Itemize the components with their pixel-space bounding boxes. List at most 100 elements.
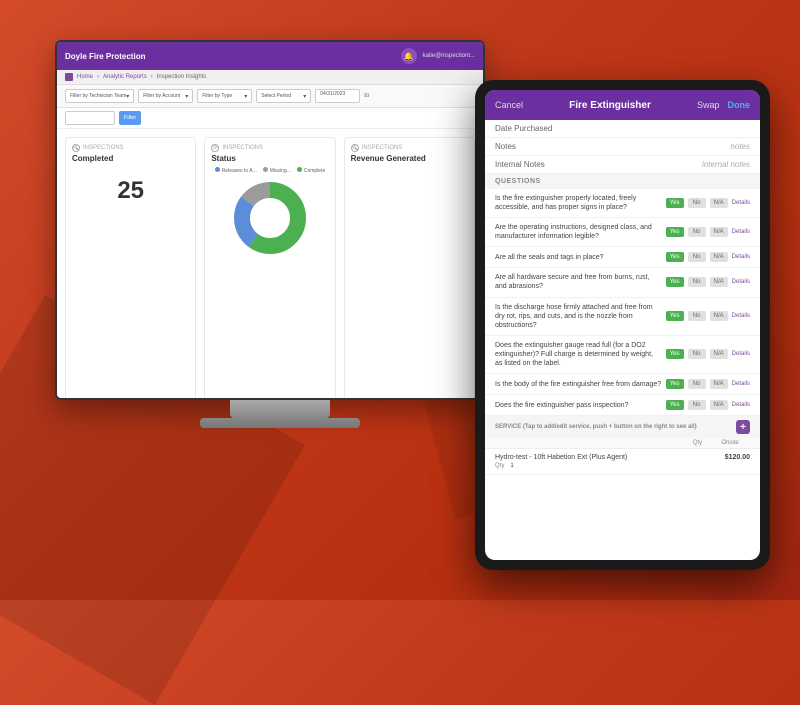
- add-service-button[interactable]: +: [736, 420, 750, 434]
- q1-yes-button[interactable]: Yes: [666, 198, 684, 208]
- date-purchased-label: Date Purchased: [495, 124, 750, 133]
- home-icon[interactable]: [65, 73, 73, 81]
- q5-no-button[interactable]: No: [688, 311, 706, 321]
- q3-na-button[interactable]: N/A: [710, 252, 728, 262]
- notes-value: notes: [730, 142, 750, 151]
- services-header-text: SERVICE (Tap to add/edit service, push +…: [495, 424, 697, 430]
- filter-type-select[interactable]: Filter by Type ▾: [197, 89, 252, 103]
- breadcrumb-current: Inspection Insights: [157, 74, 207, 80]
- app-brand: Doyle Fire Protection: [65, 52, 145, 61]
- q6-na-button[interactable]: N/A: [710, 349, 728, 359]
- notes-label: Notes: [495, 142, 730, 151]
- revenue-icon: 🔍: [351, 144, 359, 152]
- revenue-sublabel: INSPECTIONS: [362, 145, 403, 151]
- q6-no-button[interactable]: No: [688, 349, 706, 359]
- legend-blue: Releases to A...: [215, 167, 257, 174]
- revenue-title: Revenue Generated: [351, 154, 468, 163]
- qty-col-header: Qty: [685, 440, 710, 446]
- q6-details-link[interactable]: Details: [732, 351, 750, 357]
- monitor-stand: [230, 400, 330, 418]
- q3-yes-button[interactable]: Yes: [666, 252, 684, 262]
- question-row-3: Are all the seals and tags in place? Yes…: [485, 247, 760, 268]
- q2-na-button[interactable]: N/A: [710, 227, 728, 237]
- search-input[interactable]: [65, 111, 115, 125]
- q8-no-button[interactable]: No: [688, 400, 706, 410]
- breadcrumb-sep1: ›: [97, 74, 99, 80]
- notification-bell-icon[interactable]: 🔔: [401, 48, 417, 64]
- question-row-4: Are all hardware secure and free from bu…: [485, 268, 760, 297]
- filter-bar: Filter by Technician Team ▾ Filter by Ac…: [57, 85, 483, 108]
- dashboard-grid: 🔍 INSPECTIONS Completed 25 ⟳ INSPECTIONS…: [57, 129, 483, 400]
- completed-label-row: 🔍 INSPECTIONS: [72, 144, 189, 152]
- q7-yes-button[interactable]: Yes: [666, 379, 684, 389]
- filter-account-select[interactable]: Filter by Account ▾: [138, 89, 193, 103]
- tablet-navbar: Cancel Fire Extinguisher Swap Done: [485, 90, 760, 120]
- tablet-nav-actions: Swap Done: [697, 100, 750, 110]
- q4-na-button[interactable]: N/A: [710, 277, 728, 287]
- select-period-select[interactable]: Select Period ▾: [256, 89, 311, 103]
- q1-na-button[interactable]: N/A: [710, 198, 728, 208]
- question-text-1: Is the fire extinguisher properly locate…: [495, 194, 662, 212]
- q4-no-button[interactable]: No: [688, 277, 706, 287]
- internal-notes-value: internal notes: [702, 160, 750, 169]
- q3-no-button[interactable]: No: [688, 252, 706, 262]
- completed-title: Completed: [72, 154, 189, 163]
- status-sublabel: INSPECTIONS: [222, 145, 263, 151]
- tablet-title: Fire Extinguisher: [569, 100, 651, 111]
- filter-button[interactable]: Filter: [119, 111, 141, 125]
- q2-yes-button[interactable]: Yes: [666, 227, 684, 237]
- question-text-7: Is the body of the fire extinguisher fre…: [495, 380, 662, 389]
- q4-yes-button[interactable]: Yes: [666, 277, 684, 287]
- legend-gray: Missing...: [263, 167, 291, 174]
- service-item-header-1: Hydro-test - 10ft Habetion Ext (Plus Age…: [495, 454, 750, 461]
- field-notes[interactable]: Notes notes: [485, 138, 760, 156]
- breadcrumb-home[interactable]: Home: [77, 74, 93, 80]
- q7-na-button[interactable]: N/A: [710, 379, 728, 389]
- breadcrumb-analytic[interactable]: Analytic Reports: [103, 74, 147, 80]
- q1-no-button[interactable]: No: [688, 198, 706, 208]
- filter-team-select[interactable]: Filter by Technician Team ▾: [65, 89, 134, 103]
- q8-yes-button[interactable]: Yes: [666, 400, 684, 410]
- q5-details-link[interactable]: Details: [732, 313, 750, 319]
- q5-na-button[interactable]: N/A: [710, 311, 728, 321]
- service-col-headers: Qty Onsite: [485, 438, 760, 449]
- tablet-content: Date Purchased Notes notes Internal Note…: [485, 120, 760, 560]
- question-row-6: Does the extinguisher gauge read full (f…: [485, 336, 760, 374]
- question-row-2: Are the operating instructions, designed…: [485, 218, 760, 247]
- service-item-1[interactable]: Hydro-test - 10ft Habetion Ext (Plus Age…: [485, 449, 760, 475]
- question-text-6: Does the extinguisher gauge read full (f…: [495, 341, 662, 368]
- desktop-monitor: Doyle Fire Protection 🔔 katie@inspection…: [55, 40, 505, 460]
- q8-details-link[interactable]: Details: [732, 402, 750, 408]
- service-col-spacer: [495, 440, 685, 446]
- swap-button[interactable]: Swap: [697, 100, 720, 110]
- q7-no-button[interactable]: No: [688, 379, 706, 389]
- tablet-screen: Cancel Fire Extinguisher Swap Done Date …: [485, 90, 760, 560]
- q6-yes-button[interactable]: Yes: [666, 349, 684, 359]
- q2-no-button[interactable]: No: [688, 227, 706, 237]
- service-price-1: $120.00: [725, 454, 750, 461]
- q8-na-button[interactable]: N/A: [710, 400, 728, 410]
- q2-details-link[interactable]: Details: [732, 229, 750, 235]
- done-button[interactable]: Done: [728, 100, 751, 110]
- breadcrumb-sep2: ›: [151, 74, 153, 80]
- status-card: ⟳ INSPECTIONS Status Releases to A... Mi…: [204, 137, 335, 400]
- status-title: Status: [211, 154, 328, 163]
- q4-details-link[interactable]: Details: [732, 279, 750, 285]
- q7-details-link[interactable]: Details: [732, 381, 750, 387]
- cancel-button[interactable]: Cancel: [495, 100, 523, 110]
- q5-yes-button[interactable]: Yes: [666, 311, 684, 321]
- field-internal-notes[interactable]: Internal Notes internal notes: [485, 156, 760, 174]
- status-label-row: ⟳ INSPECTIONS: [211, 144, 328, 152]
- service-qty-label: Qty: [495, 463, 504, 469]
- q3-details-link[interactable]: Details: [732, 254, 750, 260]
- search-icon: 🔍: [72, 144, 80, 152]
- question-text-5: Is the discharge hose firmly attached an…: [495, 303, 662, 330]
- services-header: SERVICE (Tap to add/edit service, push +…: [485, 416, 760, 438]
- revenue-card: 🔍 INSPECTIONS Revenue Generated: [344, 137, 475, 400]
- date-input[interactable]: 04/31/2023: [315, 89, 360, 103]
- q1-details-link[interactable]: Details: [732, 200, 750, 206]
- internal-notes-label: Internal Notes: [495, 160, 702, 169]
- revenue-label-row: 🔍 INSPECTIONS: [351, 144, 468, 152]
- completed-card: 🔍 INSPECTIONS Completed 25: [65, 137, 196, 400]
- questions-header: QUESTIONS: [485, 174, 760, 189]
